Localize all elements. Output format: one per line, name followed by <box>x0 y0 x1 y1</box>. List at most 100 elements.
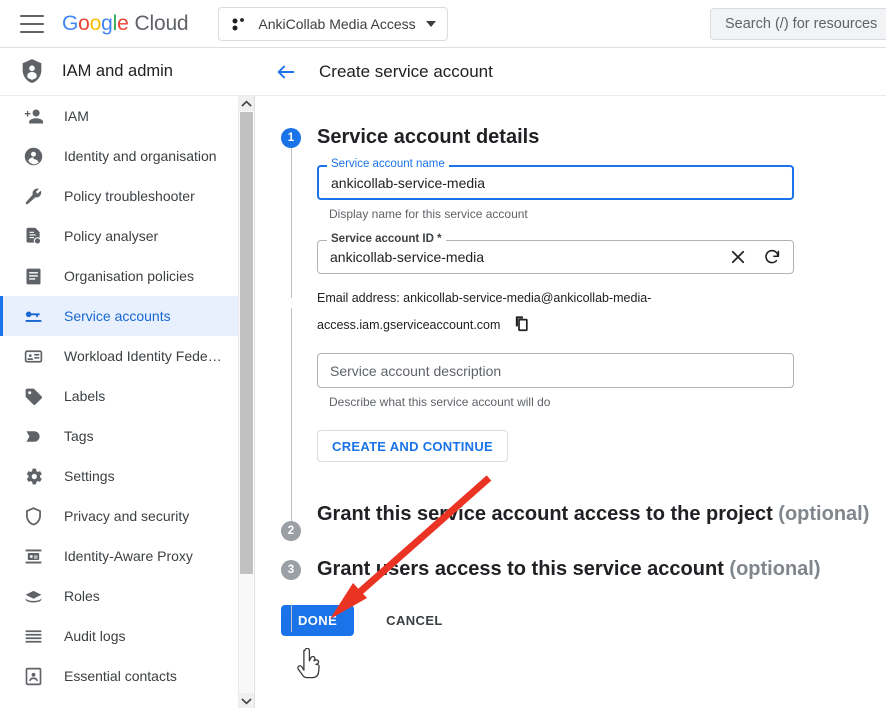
service-account-description-input[interactable]: Service account description <box>317 353 794 388</box>
sidebar-item-workload-identity-federation[interactable]: Workload Identity Federat… <box>0 336 238 376</box>
product-title: IAM and admin <box>62 62 173 80</box>
document-search-icon <box>22 225 44 247</box>
service-account-form: Service account name ankicollab-service-… <box>317 158 794 462</box>
step-2: 2 Grant this service account access to t… <box>255 501 886 541</box>
sidebar-item-label: Policy analyser <box>64 228 159 244</box>
sidebar-item-audit-logs[interactable]: Audit logs <box>0 616 238 656</box>
list-document-icon <box>22 265 44 287</box>
step-2-title: Grant this service account access to the… <box>317 501 886 528</box>
close-icon[interactable] <box>729 248 747 266</box>
sidebar-item-label: Essential contacts <box>64 668 177 684</box>
sidebar-item-label: Policy troubleshooter <box>64 188 195 204</box>
sidebar-item-label: Identity-Aware Proxy <box>64 548 193 564</box>
logo-letter-g2: g <box>101 11 113 35</box>
step-1-badge: 1 <box>281 128 301 148</box>
wrench-icon <box>22 185 44 207</box>
chevron-down-icon <box>425 20 436 27</box>
project-icon <box>231 16 247 32</box>
step-1: 1 Service account details Service accoun… <box>255 124 886 462</box>
service-account-description-field[interactable]: Service account description <box>317 353 794 388</box>
service-account-description-helper: Describe what this service account will … <box>329 395 551 409</box>
tag-icon <box>22 385 44 407</box>
sidebar-item-label: Organisation policies <box>64 268 194 284</box>
sidebar-item-label: Settings <box>64 468 115 484</box>
logo-letter-g: G <box>62 11 79 35</box>
email-address-line2: access.iam.gserviceaccount.com <box>317 318 501 332</box>
sidebar-item-organisation-policies[interactable]: Organisation policies <box>0 256 238 296</box>
create-and-continue-button[interactable]: CREATE AND CONTINUE <box>317 430 508 462</box>
project-selector[interactable]: AnkiCollab Media Access <box>218 6 448 41</box>
sidebar-item-label: Privacy and security <box>64 508 190 524</box>
sidebar-item-roles[interactable]: Roles <box>0 576 238 616</box>
service-account-name-input[interactable]: ankicollab-service-media <box>317 165 794 200</box>
step-3: 3 Grant users access to this service acc… <box>255 556 886 583</box>
search-input[interactable]: Search (/) for resources <box>710 8 886 40</box>
person-add-icon <box>22 105 44 127</box>
roles-hat-icon <box>22 585 44 607</box>
service-account-name-helper: Display name for this service account <box>329 207 528 221</box>
sidebar-item-label: Roles <box>64 588 100 604</box>
sidebar-item-tags[interactable]: Tags <box>0 416 238 456</box>
step-3-badge: 3 <box>281 560 301 580</box>
sidebar-item-policy-analyser[interactable]: Policy analyser <box>0 216 238 256</box>
refresh-icon[interactable] <box>763 248 781 266</box>
sidebar-item-labels[interactable]: Labels <box>0 376 238 416</box>
project-name: AnkiCollab Media Access <box>258 15 416 32</box>
sidebar-item-identity-and-organisation[interactable]: Identity and organisation <box>0 136 238 176</box>
main-content: Create service account 1 Service account… <box>255 48 886 708</box>
step-3-title-text: Grant users access to this service accou… <box>317 558 724 580</box>
sidebar-item-settings[interactable]: Settings <box>0 456 238 496</box>
shield-person-icon <box>18 58 46 86</box>
service-account-description-placeholder: Service account description <box>330 362 502 379</box>
email-address-line2-row: access.iam.gserviceaccount.com <box>317 312 794 342</box>
flag-tag-icon <box>22 425 44 447</box>
shield-icon <box>22 505 44 527</box>
step-2-title-text: Grant this service account access to the… <box>317 503 773 525</box>
step-3-title: Grant users access to this service accou… <box>317 556 886 583</box>
page-title: Create service account <box>319 61 493 81</box>
key-card-icon <box>22 305 44 327</box>
logo-letter-o2: o <box>89 11 102 35</box>
sidebar-item-policy-troubleshooter[interactable]: Policy troubleshooter <box>0 176 238 216</box>
contact-card-icon <box>22 665 44 687</box>
sidebar-nav: IAM Identity and organisation Policy tro… <box>0 96 255 708</box>
sidebar-item-iam[interactable]: IAM <box>0 96 238 136</box>
logo-letter-o1: o <box>78 11 90 35</box>
google-cloud-logo[interactable]: Google Cloud <box>62 11 189 36</box>
top-bar: Google Cloud AnkiCollab Media Access Sea… <box>0 0 886 48</box>
wizard-content: 1 Service account details Service accoun… <box>255 96 886 636</box>
lines-icon <box>22 625 44 647</box>
page-header: Create service account <box>255 48 886 96</box>
sidebar-item-privacy-and-security[interactable]: Privacy and security <box>0 496 238 536</box>
arrow-back-icon[interactable] <box>275 61 297 83</box>
id-card-icon <box>22 345 44 367</box>
service-account-id-value: ankicollab-service-media <box>330 249 485 265</box>
cancel-button[interactable]: CANCEL <box>380 612 449 629</box>
sidebar-item-essential-contacts[interactable]: Essential contacts <box>0 656 238 696</box>
sidebar-item-label: IAM <box>64 108 89 124</box>
sidebar-item-service-accounts[interactable]: Service accounts <box>0 296 238 336</box>
step-2-badge: 2 <box>281 521 301 541</box>
sidebar-item-label: Tags <box>64 428 94 444</box>
chevron-down-icon[interactable] <box>239 693 254 708</box>
service-account-name-field[interactable]: Service account name ankicollab-service-… <box>317 158 794 200</box>
hamburger-icon[interactable] <box>20 14 44 33</box>
service-account-id-field[interactable]: Service account ID * ankicollab-service-… <box>317 233 794 274</box>
sidebar-item-identity-aware-proxy[interactable]: Identity-Aware Proxy <box>0 536 238 576</box>
email-address-block: Email address: ankicollab-service-media@… <box>317 285 794 342</box>
product-header: IAM and admin <box>0 48 255 96</box>
sidebar-scrollbar[interactable] <box>238 96 254 708</box>
account-circle-icon <box>22 145 44 167</box>
copy-icon[interactable] <box>513 315 530 342</box>
sidebar-item-label: Audit logs <box>64 628 126 644</box>
sidebar-item-label: Identity and organisation <box>64 148 217 164</box>
logo-letter-e: e <box>117 11 129 35</box>
logo-word-cloud: Cloud <box>134 11 189 35</box>
wizard-footer-actions: DONE CANCEL <box>281 605 886 636</box>
chevron-up-icon[interactable] <box>239 96 254 111</box>
email-address-line1: Email address: ankicollab-service-media@… <box>317 291 652 305</box>
service-account-id-input-row[interactable]: ankicollab-service-media <box>317 240 794 274</box>
step-3-optional-label: (optional) <box>729 558 821 580</box>
step-2-optional-label: (optional) <box>778 503 870 525</box>
scrollbar-thumb[interactable] <box>240 112 253 574</box>
